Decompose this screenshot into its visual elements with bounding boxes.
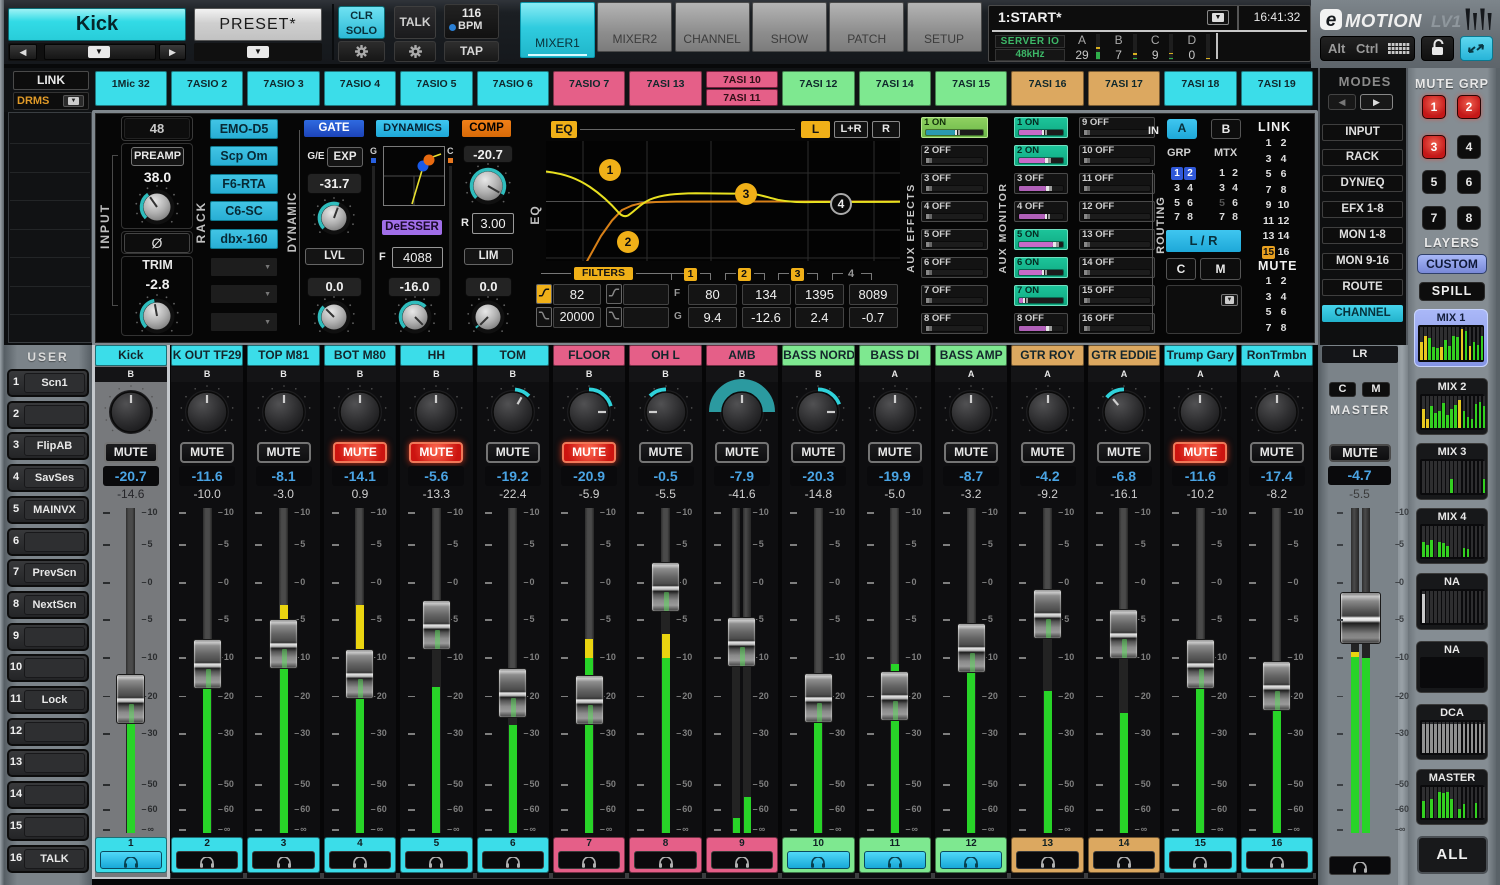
svg-text:MOTION: MOTION (1345, 10, 1422, 31)
svg-text:e: e (1326, 10, 1337, 31)
svg-text:LV1: LV1 (1431, 12, 1461, 31)
